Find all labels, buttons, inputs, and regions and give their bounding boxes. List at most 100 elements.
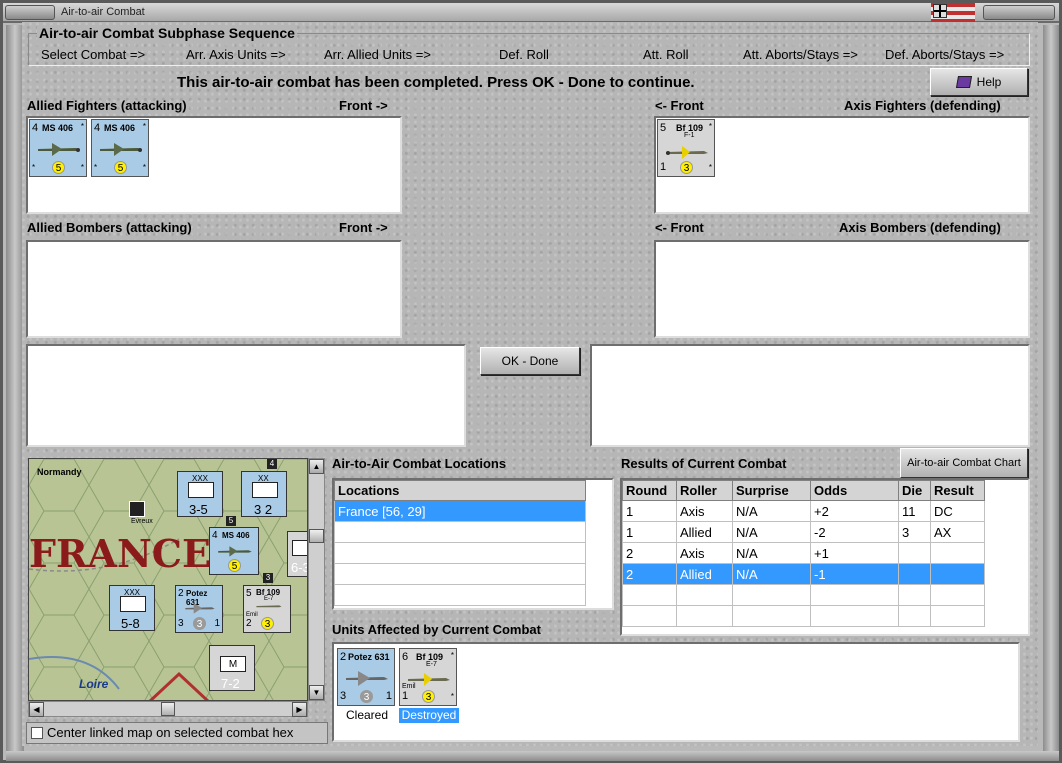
col-odds: Odds <box>810 480 899 501</box>
vertical-scroll-thumb[interactable] <box>309 529 324 543</box>
affected-fighter-counter[interactable]: 6 Bf 109 E-7 * Emil 1 3 * <box>399 648 457 706</box>
axis-fighter-counter[interactable]: 5 Bf 109 F-1 * 1 3 * <box>657 119 715 177</box>
seq-step-att-aborts: Att. Aborts/Stays => <box>743 47 858 62</box>
fighter-plane-icon <box>666 146 708 159</box>
allied-bombers-panel[interactable] <box>26 240 402 338</box>
table-row-empty <box>622 605 985 627</box>
airfield-icon <box>129 501 145 517</box>
map-division-counter[interactable]: XX 3 2 <box>241 471 287 517</box>
affected-status-destroyed: Destroyed <box>399 708 459 723</box>
table-row[interactable]: 1 Axis N/A +2 11 DC <box>622 500 985 522</box>
fighter-plane-icon <box>256 605 282 608</box>
allied-bombers-label: Allied Bombers (attacking) <box>27 220 192 235</box>
map-stack-mid2-count: 3 <box>263 573 273 583</box>
col-roller: Roller <box>676 480 733 501</box>
fighter-plane-icon <box>38 143 80 156</box>
window-control-buttons[interactable] <box>983 5 1055 20</box>
results-title: Results of Current Combat <box>621 456 787 471</box>
unit-type-icon <box>188 482 214 498</box>
map-corps-counter[interactable]: XXX 3-5 <box>177 471 223 517</box>
col-surprise: Surprise <box>732 480 811 501</box>
center-map-checkbox-label: Center linked map on selected combat hex <box>47 725 294 740</box>
seq-step-arr-axis: Arr. Axis Units => <box>186 47 286 62</box>
linked-map-view[interactable]: Normandy Evreux FRANCE Loire XXX 3-5 4 X… <box>28 458 308 701</box>
affected-units-panel[interactable]: 2 Potez 631 3 3 1 Cleared 6 Bf 109 E-7 *… <box>332 642 1020 742</box>
window-menu-button[interactable] <box>5 5 55 20</box>
location-row-empty <box>334 563 586 585</box>
map-corps-counter-2[interactable]: XXX 5-8 <box>109 585 155 631</box>
unit-type-icon: M <box>220 656 246 672</box>
unit-type-icon <box>252 482 278 498</box>
seq-step-arr-allied: Arr. Allied Units => <box>324 47 431 62</box>
map-motorized-counter[interactable]: M 7-2 <box>209 645 255 691</box>
scroll-up-arrow[interactable]: ▲ <box>309 459 324 474</box>
col-die: Die <box>898 480 931 501</box>
axis-fighters-label: Axis Fighters (defending) <box>844 98 1001 113</box>
allied-fighter-counter[interactable]: 4 MS 406 * * 5 * <box>91 119 149 177</box>
allied-fighter-counter[interactable]: 4 MS 406 * * 5 * <box>29 119 87 177</box>
map-pin-label: Evreux <box>131 518 153 525</box>
affected-bomber-counter[interactable]: 2 Potez 631 3 3 1 <box>337 648 395 706</box>
map-vertical-scrollbar[interactable]: ▲ ▼ <box>308 458 325 701</box>
locations-header: Locations <box>334 480 586 501</box>
bomber-plane-icon <box>346 671 388 686</box>
fighter-plane-icon <box>100 143 142 156</box>
allied-fighters-panel[interactable]: 4 MS 406 * * 5 * 4 MS 406 * * 5 * <box>26 116 402 214</box>
center-map-checkbox-row[interactable]: Center linked map on selected combat hex <box>26 722 328 744</box>
seq-step-att-roll: Att. Roll <box>643 47 689 62</box>
help-book-icon <box>955 76 972 88</box>
map-stack-top-count: 4 <box>267 459 277 469</box>
affected-status-cleared: Cleared <box>345 708 389 722</box>
center-map-checkbox[interactable] <box>31 727 43 739</box>
scroll-left-arrow[interactable]: ◀ <box>29 702 44 717</box>
status-message: This air-to-air combat has been complete… <box>177 74 695 91</box>
help-button[interactable]: Help <box>930 68 1028 96</box>
title-bar[interactable]: Air-to-air Combat <box>3 3 1059 23</box>
map-horizontal-scrollbar[interactable]: ◀ ▶ <box>28 701 308 717</box>
fighter-plane-icon <box>408 673 450 686</box>
table-row-selected[interactable]: 2 Allied N/A -1 <box>622 563 985 585</box>
locations-table: Locations France [56, 29] <box>334 480 586 606</box>
scroll-right-arrow[interactable]: ▶ <box>292 702 307 717</box>
location-row[interactable]: France [56, 29] <box>334 500 586 522</box>
allied-fighters-front-label: Front -> <box>339 98 388 113</box>
ok-done-button[interactable]: OK - Done <box>480 347 580 375</box>
locations-list[interactable]: Locations France [56, 29] <box>332 478 614 610</box>
dialog-content: Air-to-air Combat Subphase Sequence Sele… <box>22 22 1038 746</box>
german-flag-icon <box>931 3 975 23</box>
results-table: Round Roller Surprise Odds Die Result 1A… <box>622 480 985 627</box>
axis-fighters-panel[interactable]: 5 Bf 109 F-1 * 1 3 * <box>654 116 1030 214</box>
unit-type-icon <box>120 596 146 612</box>
horizontal-scroll-thumb[interactable] <box>161 702 175 716</box>
map-axis-fighter-counter[interactable]: 5 Bf 109 E-7 Emil 2 3 <box>243 585 291 633</box>
map-stack-mid-count: 5 <box>226 516 236 526</box>
axis-info-panel <box>590 344 1030 447</box>
allied-bombers-front-label: Front -> <box>339 220 388 235</box>
fighter-plane-icon <box>218 546 252 557</box>
table-row[interactable]: 2 Axis N/A +1 <box>622 542 985 564</box>
seq-step-def-aborts: Def. Aborts/Stays => <box>885 47 1005 62</box>
map-river-label: Loire <box>79 677 109 691</box>
window-title: Air-to-air Combat <box>61 6 145 18</box>
map-fighter-counter[interactable]: 4 MS 406 5 <box>209 527 259 575</box>
subphase-sequence-box: Air-to-air Combat Subphase Sequence Sele… <box>28 25 1030 66</box>
sequence-title: Air-to-air Combat Subphase Sequence <box>37 25 297 41</box>
map-axis-counter[interactable]: 6-3 <box>287 531 307 577</box>
map-bomber-counter[interactable]: 2 Potez 631 3 3 1 <box>175 585 223 633</box>
locations-title: Air-to-Air Combat Locations <box>332 456 507 471</box>
results-panel[interactable]: Round Roller Surprise Odds Die Result 1A… <box>620 478 1030 636</box>
axis-bombers-panel[interactable] <box>654 240 1030 338</box>
allied-info-panel <box>26 344 466 447</box>
affected-title: Units Affected by Current Combat <box>332 622 541 637</box>
combat-chart-button[interactable]: Air-to-air Combat Chart <box>900 448 1028 478</box>
location-row-empty <box>334 521 586 543</box>
map-region-label: Normandy <box>37 467 82 477</box>
col-round: Round <box>622 480 677 501</box>
axis-bombers-front-label: <- Front <box>655 220 704 235</box>
right-frame-border <box>1043 25 1059 760</box>
location-row-empty <box>334 542 586 564</box>
seq-step-def-roll: Def. Roll <box>499 47 549 62</box>
table-row[interactable]: 1 Allied N/A -2 3 AX <box>622 521 985 543</box>
axis-bombers-label: Axis Bombers (defending) <box>839 220 1001 235</box>
scroll-down-arrow[interactable]: ▼ <box>309 685 324 700</box>
